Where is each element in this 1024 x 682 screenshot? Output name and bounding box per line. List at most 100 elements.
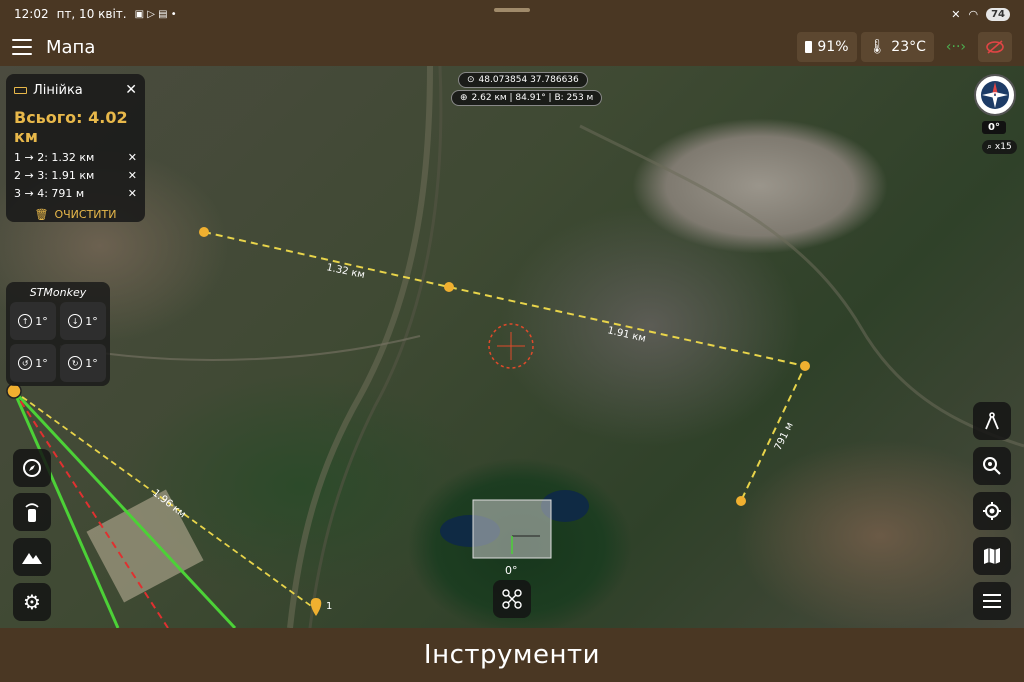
location-target-icon [983,502,1001,520]
rotate-left-button[interactable]: ↺ 1° [10,344,56,382]
drag-handle[interactable] [494,8,530,12]
more-menu-button[interactable] [973,582,1011,620]
ruler-segment: 1 → 2: 1.32 км ✕ [14,151,137,164]
remote-icon [25,503,39,522]
stmonkey-title: STMonkey [29,286,87,299]
hamburger-menu-icon[interactable] [12,39,32,55]
remove-segment-icon[interactable]: ✕ [128,169,137,182]
ruler-point-1[interactable] [199,227,209,237]
status-date: пт, 10 квіт. [56,7,127,21]
mute-icon: ✕ [951,7,961,21]
pitch-up-button[interactable]: ↑ 1° [10,302,56,340]
tools-bar-title: Інструменти [423,640,601,670]
measure-pill[interactable]: ⊕ 2.62 км | 84.91° | В: 253 м [451,90,603,106]
arrow-down-icon: ↓ [68,314,83,328]
gear-icon: ⚙ [23,590,41,614]
tools-bar[interactable]: Інструменти [0,628,1024,682]
road-line-west [59,335,421,361]
ruler-panel: Лінійка ✕ Всього: 4.02 км 1 → 2: 1.32 км… [6,74,145,222]
field-area [86,489,204,603]
ruler-total: Всього: 4.02 км [14,108,128,146]
search-location-icon [983,457,1001,475]
ruler-segment: 3 → 4: 791 м ✕ [14,187,137,200]
rotate-left-value: 1° [35,356,48,370]
battery-icon [805,41,813,53]
search-location-button[interactable] [973,447,1011,485]
notification-icons: ▣ ▷ ▤ • [134,8,177,20]
temperature-value: 23°C [891,39,926,55]
pitch-down-value: 1° [85,314,98,328]
ruler-segment-label: 1 → 2: 1.32 км [14,151,95,164]
segment-label-3: 791 м [773,421,796,453]
close-icon[interactable]: ✕ [125,82,137,98]
magnifier-icon: ⌕ [987,142,993,152]
compass-heading: 0° [982,121,1006,134]
status-bar: 12:02 пт, 10 квіт. ▣ ▷ ▤ • ✕ ◠ 74 [0,0,1024,28]
zoom-level-value: x15 [994,142,1012,152]
map-compass[interactable] [974,74,1016,116]
ruler-path [203,231,807,502]
battery-badge: 74 [986,7,1010,21]
mountain-icon [22,553,42,564]
segment-label-2: 1.91 км [606,325,647,344]
ruler-segment-label: 2 → 3: 1.91 км [14,169,95,182]
drone-battery-chip[interactable]: 91% [797,32,857,62]
compass-icon [23,459,41,477]
satellite-map[interactable]: 1.32 км 1.91 км 791 м 1.96 км 1 0° ⊙ 48.… [0,66,1024,628]
pitch-down-button[interactable]: ↓ 1° [60,302,106,340]
measure-value: 2.62 км | 84.91° | В: 253 м [471,93,594,103]
railway-line [287,66,433,628]
drone-position-icon[interactable] [6,383,22,399]
rotate-right-icon: ↻ [68,356,83,370]
target-icon: ⊕ [460,93,468,103]
rotate-right-value: 1° [85,356,98,370]
terrain-button[interactable] [13,538,51,576]
rotate-right-button[interactable]: ↻ 1° [60,344,106,382]
ruler-point-2[interactable] [444,282,454,292]
menu-icon [983,594,1001,608]
settings-button[interactable]: ⚙ [13,583,51,621]
page-title: Мапа [46,36,96,58]
zoom-level: ⌕ x15 [982,140,1017,154]
clear-button[interactable]: 🗑︎ ОЧИСТИТИ [14,208,137,221]
stmonkey-panel: STMonkey ↑ 1° ↓ 1° ↺ 1° ↻ 1° [6,282,110,386]
clear-button-label: ОЧИСТИТИ [54,208,117,221]
ruler-segment: 2 → 3: 1.91 км ✕ [14,169,137,182]
wifi-icon: ◠ [968,7,979,21]
app-bar: Мапа 91% 🌡︎ 23°C ‹··› [0,28,1024,66]
link-status-icon[interactable]: ‹··› [938,32,974,62]
ruler-point-4[interactable] [736,496,746,506]
coordinates-value: 48.073854 37.786636 [478,75,579,85]
remove-segment-icon[interactable]: ✕ [128,151,137,164]
ruler-point-3[interactable] [800,361,810,371]
drone-center-button[interactable] [493,580,531,618]
road-line-east [579,124,1024,448]
remote-button[interactable] [13,493,51,531]
thermometer-icon: 🌡︎ [868,39,887,55]
segment-label-1: 1.32 км [325,262,365,281]
status-time: 12:02 [14,7,49,21]
ruler-title: Лінійка [33,82,83,98]
ruler-segment-label: 3 → 4: 791 м [14,187,85,200]
coordinates-pill[interactable]: ⊙ 48.073854 37.786636 [458,72,588,88]
rotate-left-icon: ↺ [18,356,33,370]
temperature-chip[interactable]: 🌡︎ 23°C [860,32,934,62]
waypoint-label: 1 [326,601,332,612]
north-arrow-icon [981,81,1009,109]
pitch-up-value: 1° [35,314,48,328]
map-layers-button[interactable] [973,537,1011,575]
road-line [308,66,443,628]
drone-heading-label: 0° [505,564,518,577]
remove-segment-icon[interactable]: ✕ [128,187,137,200]
ruler-tool-button[interactable] [973,402,1011,440]
trash-icon: 🗑︎ [34,208,49,221]
visibility-off-icon[interactable] [978,32,1012,62]
compass-button[interactable] [13,449,51,487]
map-icon [984,548,1000,564]
divider-compass-icon [985,412,999,430]
crosshair-icon: ⊙ [467,75,475,85]
ruler-icon [14,86,27,94]
drone-icon [502,589,522,609]
my-location-button[interactable] [973,492,1011,530]
map-overlay: 1.32 км 1.91 км 791 м 1.96 км 1 0° [6,66,1024,628]
